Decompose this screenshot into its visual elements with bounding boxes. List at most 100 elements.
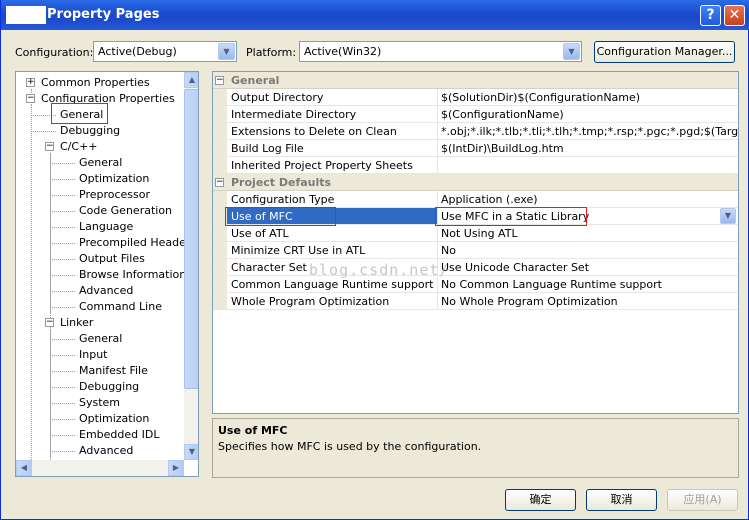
value-dropdown-icon[interactable]: ▼ [720,208,736,224]
tree-item[interactable]: Input [79,348,107,361]
collapse-icon[interactable]: − [26,94,35,103]
title-bar[interactable]: Property Pages ? ✕ [1,0,749,30]
grid-category[interactable]: − General [213,72,738,89]
tree-item[interactable]: Preprocessor [79,188,150,201]
help-button[interactable]: ? [700,5,721,26]
scroll-left-icon[interactable]: ◀ [16,460,32,476]
tree-connector [50,435,75,436]
tree-connector [50,451,75,452]
property-row[interactable]: Inherited Project Property Sheets [213,157,738,174]
property-row[interactable]: Configuration Type Application (.exe) [213,191,738,208]
apply-button[interactable]: 应用(A) [667,489,738,511]
chevron-down-icon[interactable]: ▼ [563,43,580,60]
property-row[interactable]: Extensions to Delete on Clean *.obj;*.ilk… [213,123,738,140]
property-grid[interactable]: − General Output Directory $(SolutionDir)$(… [212,71,739,414]
tree-connector [50,211,75,212]
description-title: Use of MFC [218,424,288,437]
tree-item[interactable]: Optimization [79,412,149,425]
collapse-icon[interactable]: − [45,318,54,327]
property-name: Common Language Runtime support [231,278,434,291]
collapse-icon[interactable]: − [45,142,54,151]
tree-item[interactable]: Debugging [60,124,120,137]
property-value[interactable]: Not Using ATL [441,227,518,240]
property-name: Inherited Project Property Sheets [231,159,413,172]
grid-category[interactable]: − Project Defaults [213,174,738,191]
platform-select[interactable]: Active(Win32) ▼ [299,41,582,62]
configuration-manager-button[interactable]: Configuration Manager... [594,41,735,63]
property-name: Character Set [231,261,307,274]
property-value[interactable]: $(ConfigurationName) [441,108,564,121]
tree-connector [50,291,75,292]
tree-item[interactable]: Manifest File [79,364,148,377]
property-value[interactable]: No Common Language Runtime support [441,278,662,291]
tree-item[interactable]: Optimization [79,172,149,185]
tree-item[interactable]: Browse Information [79,268,186,281]
property-row[interactable]: Output Directory $(SolutionDir)$(Configur… [213,89,738,106]
row-margin [213,106,227,122]
tree-item[interactable]: Output Files [79,252,145,265]
tree-vertical-scrollbar[interactable]: ▲ ▼ [184,72,198,460]
tree-item[interactable]: Command Line [79,300,162,313]
scroll-right-icon[interactable]: ▶ [168,460,184,476]
tree-item[interactable]: Linker [60,316,93,329]
tree-item[interactable]: Precompiled Headers [79,236,196,249]
redacted-title-area [6,6,46,24]
property-value[interactable]: Application (.exe) [441,193,538,206]
property-pages-window: Property Pages ? ✕ Configuration: Active… [0,0,749,520]
row-margin [213,276,227,292]
property-name: Use of ATL [231,227,289,240]
close-button[interactable]: ✕ [724,5,745,26]
cancel-button[interactable]: 取消 [586,489,657,511]
description-text: Specifies how MFC is used by the configu… [218,440,482,453]
column-divider [437,225,438,242]
property-value[interactable]: $(SolutionDir)$(ConfigurationName) [441,91,640,104]
tree-item[interactable]: General [79,332,122,345]
general-highlight-box [51,103,108,124]
window-title: Property Pages [47,7,160,22]
property-row[interactable]: Build Log File $(IntDir)\BuildLog.htm [213,140,738,157]
tree-item[interactable]: System [79,396,120,409]
property-value[interactable]: Use Unicode Character Set [441,261,589,274]
tree-item[interactable]: Language [79,220,133,233]
property-row[interactable]: Use of ATL Not Using ATL [213,225,738,242]
configuration-select[interactable]: Active(Debug) ▼ [93,41,237,62]
tree-connector [50,259,75,260]
property-value[interactable]: *.obj;*.ilk;*.tlb;*.tli;*.tlh;*.tmp;*.rs… [441,125,738,138]
scroll-up-icon[interactable]: ▲ [184,72,198,88]
chevron-down-icon[interactable]: ▼ [218,43,235,60]
property-row[interactable]: Minimize CRT Use in ATL No [213,242,738,259]
column-divider [437,89,438,106]
tree-horizontal-scrollbar[interactable]: ◀ ▶ [16,460,184,476]
property-row[interactable]: Whole Program Optimization No Whole Progr… [213,293,738,310]
tree-connector [50,355,75,356]
expand-icon[interactable]: + [26,78,35,87]
collapse-icon[interactable]: − [215,178,224,187]
property-row[interactable]: Character Set Use Unicode Character Set [213,259,738,276]
tree-item[interactable]: General [79,156,122,169]
property-value[interactable]: No [441,244,456,257]
tree-connector [50,227,75,228]
platform-label: Platform: [246,46,297,59]
use-of-mfc-name-highlight [225,207,336,226]
property-name: Build Log File [231,142,304,155]
property-value[interactable]: No Whole Program Optimization [441,295,618,308]
tree-item[interactable]: Advanced [79,284,133,297]
property-name: Intermediate Directory [231,108,357,121]
row-margin [213,89,227,105]
collapse-icon[interactable]: − [215,76,224,85]
ok-button[interactable]: 确定 [505,489,576,511]
tree-connector [50,403,75,404]
tree-item[interactable]: Code Generation [79,204,172,217]
property-value[interactable]: $(IntDir)\BuildLog.htm [441,142,564,155]
tree-item[interactable]: Advanced [79,444,133,457]
property-row[interactable]: Intermediate Directory $(ConfigurationNam… [213,106,738,123]
property-tree[interactable]: + Common Properties − Configuration Propert… [15,71,199,477]
scroll-down-icon[interactable]: ▼ [184,444,198,460]
tree-item[interactable]: C/C++ [60,140,98,153]
tree-item[interactable]: Debugging [79,380,139,393]
row-margin [213,259,227,275]
tree-item[interactable]: Embedded IDL [79,428,159,441]
scroll-thumb[interactable] [184,89,198,389]
tree-item[interactable]: Common Properties [41,76,150,89]
property-row[interactable]: Common Language Runtime support No Common… [213,276,738,293]
